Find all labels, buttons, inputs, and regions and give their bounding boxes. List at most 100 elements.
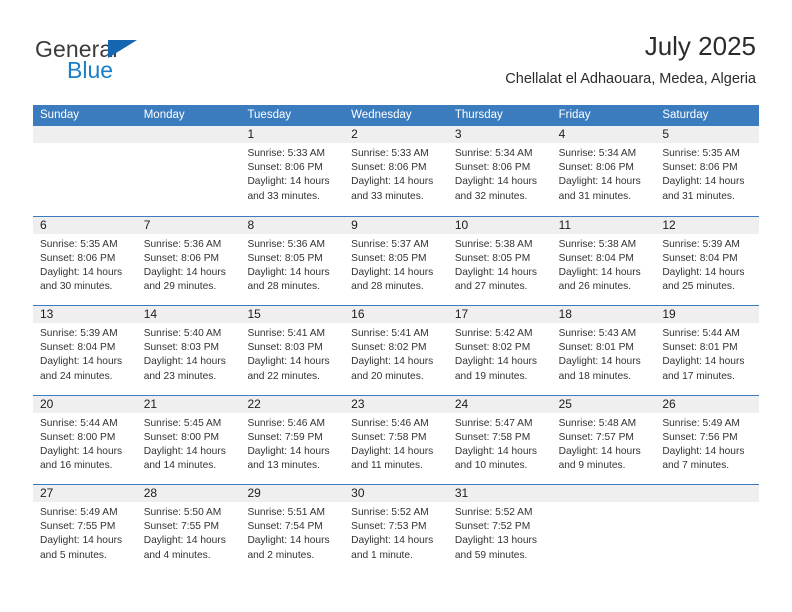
page-header: General Blue July 2025 Chellalat el Adha…	[0, 0, 792, 98]
day-cell[interactable]: 19 Sunrise: 5:44 AM Sunset: 8:01 PM Dayl…	[655, 306, 760, 395]
sunrise-text: Sunrise: 5:38 AM	[558, 238, 637, 250]
day-cell[interactable]: 22 Sunrise: 5:46 AM Sunset: 7:59 PM Dayl…	[240, 395, 345, 485]
day-cell[interactable]: 31 Sunrise: 5:52 AM Sunset: 7:52 PM Dayl…	[447, 485, 552, 574]
day-cell[interactable]: 24 Sunrise: 5:47 AM Sunset: 7:58 PM Dayl…	[447, 395, 552, 485]
daylight-text-line2: and 29 minutes.	[143, 281, 217, 293]
day-number: 24	[447, 395, 552, 413]
daylight-text-line2: and 33 minutes.	[351, 190, 424, 202]
sunrise-text: Sunrise: 5:40 AM	[143, 328, 222, 339]
daylight-text-line1: Daylight: 14 hours	[247, 176, 330, 188]
sunrise-text: Sunrise: 5:49 AM	[40, 507, 118, 518]
daylight-text-line2: and 10 minutes.	[454, 460, 528, 472]
day-cell[interactable]: 17 Sunrise: 5:42 AM Sunset: 8:02 PM Dayl…	[447, 306, 552, 395]
sunset-text: Sunset: 8:06 PM	[143, 252, 220, 264]
page-title: July 2025	[644, 31, 756, 61]
daylight-text-line2: and 23 minutes.	[143, 370, 217, 382]
day-cell[interactable]	[655, 485, 760, 574]
week-row: 20 Sunrise: 5:44 AM Sunset: 8:00 PM Dayl…	[33, 394, 760, 485]
day-cell[interactable]: 18 Sunrise: 5:43 AM Sunset: 8:01 PM Dayl…	[551, 306, 656, 395]
day-cell[interactable]: 5 Sunrise: 5:35 AM Sunset: 8:06 PM Dayli…	[655, 126, 760, 216]
day-number: 14	[136, 306, 241, 323]
day-number: 23	[344, 395, 448, 413]
day-info: Sunrise: 5:52 AM Sunset: 7:52 PM Dayligh…	[448, 502, 552, 563]
day-cell[interactable]: 9 Sunrise: 5:37 AM Sunset: 8:05 PM Dayli…	[344, 216, 448, 306]
daylight-text-line2: and 16 minutes.	[40, 460, 113, 472]
day-cell[interactable]: 20 Sunrise: 5:44 AM Sunset: 8:00 PM Dayl…	[33, 395, 137, 485]
day-cell[interactable]: 10 Sunrise: 5:38 AM Sunset: 8:05 PM Dayl…	[447, 216, 552, 306]
daylight-text-line2: and 22 minutes.	[247, 370, 320, 382]
daylight-text-line2: and 4 minutes.	[143, 549, 211, 561]
sunset-text: Sunset: 8:02 PM	[351, 342, 427, 354]
sunset-text: Sunset: 8:06 PM	[247, 162, 323, 174]
daylight-text-line2: and 17 minutes.	[662, 370, 735, 382]
day-cell[interactable]: 28 Sunrise: 5:50 AM Sunset: 7:55 PM Dayl…	[136, 485, 241, 574]
day-info: Sunrise: 5:42 AM Sunset: 8:02 PM Dayligh…	[448, 323, 552, 384]
day-cell[interactable]	[551, 485, 656, 574]
daylight-text-line2: and 30 minutes.	[40, 281, 113, 293]
day-cell[interactable]: 3 Sunrise: 5:34 AM Sunset: 8:06 PM Dayli…	[447, 126, 552, 216]
day-cell[interactable]: 8 Sunrise: 5:36 AM Sunset: 8:05 PM Dayli…	[240, 216, 345, 306]
sunset-text: Sunset: 7:59 PM	[247, 431, 323, 443]
day-cell[interactable]: 26 Sunrise: 5:49 AM Sunset: 7:56 PM Dayl…	[655, 395, 760, 485]
day-number: 3	[447, 126, 552, 143]
day-number: 25	[551, 395, 656, 413]
day-cell[interactable]: 16 Sunrise: 5:41 AM Sunset: 8:02 PM Dayl…	[344, 306, 448, 395]
day-cell[interactable]: 15 Sunrise: 5:41 AM Sunset: 8:03 PM Dayl…	[240, 306, 345, 395]
day-cell[interactable]: 30 Sunrise: 5:52 AM Sunset: 7:53 PM Dayl…	[344, 485, 448, 574]
sunset-text: Sunset: 7:58 PM	[351, 431, 427, 443]
day-info: Sunrise: 5:35 AM Sunset: 8:06 PM Dayligh…	[33, 234, 137, 295]
day-cell[interactable]: 13 Sunrise: 5:39 AM Sunset: 8:04 PM Dayl…	[33, 306, 137, 395]
daylight-text-line1: Daylight: 14 hours	[662, 266, 745, 278]
day-info: Sunrise: 5:41 AM Sunset: 8:02 PM Dayligh…	[344, 323, 448, 384]
day-cell[interactable]: 23 Sunrise: 5:46 AM Sunset: 7:58 PM Dayl…	[344, 395, 448, 485]
day-cell[interactable]: 6 Sunrise: 5:35 AM Sunset: 8:06 PM Dayli…	[33, 216, 137, 306]
day-cell[interactable]: 7 Sunrise: 5:36 AM Sunset: 8:06 PM Dayli…	[136, 216, 241, 306]
day-number: 18	[551, 306, 656, 323]
day-cell[interactable]: 14 Sunrise: 5:40 AM Sunset: 8:03 PM Dayl…	[136, 306, 241, 395]
daylight-text-line1: Daylight: 14 hours	[558, 176, 641, 188]
daylight-text-line2: and 7 minutes.	[662, 460, 730, 472]
sunrise-text: Sunrise: 5:52 AM	[351, 507, 429, 518]
weekday-sunday: Sunday	[40, 109, 80, 121]
day-info: Sunrise: 5:47 AM Sunset: 7:58 PM Dayligh…	[448, 413, 552, 474]
day-cell[interactable]: 12 Sunrise: 5:39 AM Sunset: 8:04 PM Dayl…	[655, 216, 760, 306]
daylight-text-line1: Daylight: 14 hours	[247, 356, 330, 368]
day-cell[interactable]: 1 Sunrise: 5:33 AM Sunset: 8:06 PM Dayli…	[240, 126, 345, 216]
day-info: Sunrise: 5:38 AM Sunset: 8:05 PM Dayligh…	[448, 234, 552, 295]
daylight-text-line1: Daylight: 14 hours	[662, 445, 745, 457]
sunset-text: Sunset: 8:06 PM	[40, 252, 116, 264]
sunrise-text: Sunrise: 5:43 AM	[558, 328, 637, 339]
daylight-text-line1: Daylight: 14 hours	[247, 266, 330, 278]
day-cell[interactable]: 2 Sunrise: 5:33 AM Sunset: 8:06 PM Dayli…	[344, 126, 448, 216]
daylight-text-line1: Daylight: 14 hours	[662, 356, 745, 368]
sunset-text: Sunset: 8:06 PM	[454, 162, 531, 174]
daylight-text-line1: Daylight: 14 hours	[454, 176, 537, 188]
day-cell[interactable]: 27 Sunrise: 5:49 AM Sunset: 7:55 PM Dayl…	[33, 485, 137, 574]
day-cell[interactable]: 11 Sunrise: 5:38 AM Sunset: 8:04 PM Dayl…	[551, 216, 656, 306]
daylight-text-line1: Daylight: 14 hours	[351, 266, 434, 278]
sunrise-text: Sunrise: 5:35 AM	[662, 148, 740, 159]
day-info: Sunrise: 5:36 AM Sunset: 8:06 PM Dayligh…	[137, 234, 241, 295]
weekday-monday: Monday	[143, 109, 185, 121]
sunrise-text: Sunrise: 5:33 AM	[247, 148, 326, 159]
day-cell[interactable]	[33, 126, 137, 216]
sunrise-text: Sunrise: 5:42 AM	[454, 328, 533, 339]
day-cell[interactable]: 25 Sunrise: 5:48 AM Sunset: 7:57 PM Dayl…	[551, 395, 656, 485]
day-number	[551, 485, 656, 502]
daylight-text-line1: Daylight: 14 hours	[558, 266, 641, 278]
day-cell[interactable]	[136, 126, 241, 216]
day-info: Sunrise: 5:38 AM Sunset: 8:04 PM Dayligh…	[552, 234, 656, 295]
sunset-text: Sunset: 7:58 PM	[454, 431, 531, 443]
day-info: Sunrise: 5:48 AM Sunset: 7:57 PM Dayligh…	[552, 413, 656, 474]
daylight-text-line1: Daylight: 14 hours	[40, 445, 123, 457]
daylight-text-line2: and 25 minutes.	[662, 281, 735, 293]
logo-triangle-icon	[108, 40, 137, 58]
daylight-text-line1: Daylight: 14 hours	[662, 176, 745, 188]
day-cell[interactable]: 29 Sunrise: 5:51 AM Sunset: 7:54 PM Dayl…	[240, 485, 345, 574]
day-number	[136, 126, 241, 143]
day-cell[interactable]: 21 Sunrise: 5:45 AM Sunset: 8:00 PM Dayl…	[136, 395, 241, 485]
day-number: 16	[344, 306, 448, 323]
day-info: Sunrise: 5:33 AM Sunset: 8:06 PM Dayligh…	[344, 143, 448, 204]
daylight-text-line1: Daylight: 14 hours	[351, 445, 434, 457]
day-cell[interactable]: 4 Sunrise: 5:34 AM Sunset: 8:06 PM Dayli…	[551, 126, 656, 216]
